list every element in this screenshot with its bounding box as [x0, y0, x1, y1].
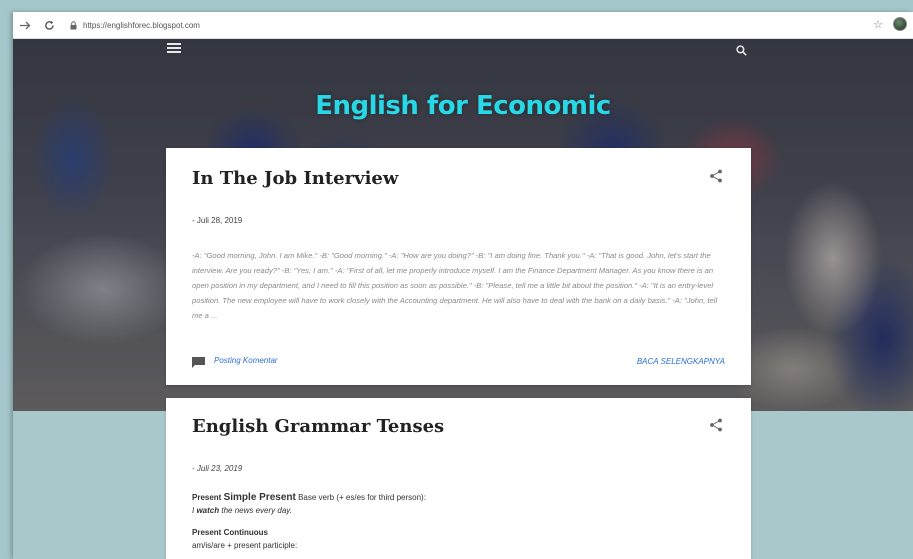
tense-section: Present Continuous am/is/are + present p…: [192, 526, 727, 552]
post-body: Present Simple Present Base verb (+ es/e…: [192, 491, 727, 559]
example-text: the news every day.: [219, 506, 292, 515]
comment-icon: [192, 355, 205, 368]
example-verb: watch: [196, 506, 220, 515]
comment-link[interactable]: Posting Komentar: [192, 355, 278, 368]
site-title[interactable]: English for Economic: [13, 91, 913, 121]
reload-icon[interactable]: [40, 16, 58, 34]
tense-section: Present Simple Present Base verb (+ es/e…: [192, 491, 727, 517]
section-heading: Simple Present: [223, 492, 296, 503]
post-card: In The Job Interview - Juli 28, 2019 -A:…: [166, 148, 751, 385]
share-icon[interactable]: [709, 169, 723, 183]
screenshot-frame: https://englishforec.blogspot.com ☆ Engl…: [0, 0, 913, 559]
section-heading: Present Continuous: [192, 528, 269, 537]
profile-avatar[interactable]: [893, 17, 907, 31]
lock-icon: [68, 19, 78, 31]
section-rule: Base verb (+ es/es for third person):: [298, 493, 426, 502]
search-icon[interactable]: [736, 43, 747, 61]
url-text[interactable]: https://englishforec.blogspot.com: [83, 21, 200, 30]
post-title[interactable]: English Grammar Tenses: [192, 416, 444, 437]
hamburger-menu-icon[interactable]: [167, 43, 181, 53]
bookmark-star-icon[interactable]: ☆: [873, 18, 883, 31]
browser-window: https://englishforec.blogspot.com ☆ Engl…: [13, 12, 913, 559]
post-title[interactable]: In The Job Interview: [192, 168, 398, 189]
comment-label[interactable]: Posting Komentar: [214, 356, 278, 365]
read-more-link[interactable]: BACA SELENGKAPNYA: [637, 357, 725, 366]
post-date[interactable]: - Juli 28, 2019: [192, 216, 242, 225]
post-snippet: -A: "Good morning, John. I am Mike." -B:…: [192, 248, 727, 334]
section-rule: am/is/are + present participle:: [192, 541, 298, 550]
forward-arrow-icon[interactable]: [16, 16, 34, 34]
share-icon[interactable]: [709, 418, 723, 432]
post-card: English Grammar Tenses - Juli 23, 2019 P…: [166, 398, 751, 559]
section-heading-prefix: Present: [192, 493, 222, 502]
address-bar: https://englishforec.blogspot.com ☆: [13, 12, 913, 39]
address-bar-actions: ☆: [873, 17, 907, 31]
post-date[interactable]: - Juli 23, 2019: [192, 464, 242, 473]
